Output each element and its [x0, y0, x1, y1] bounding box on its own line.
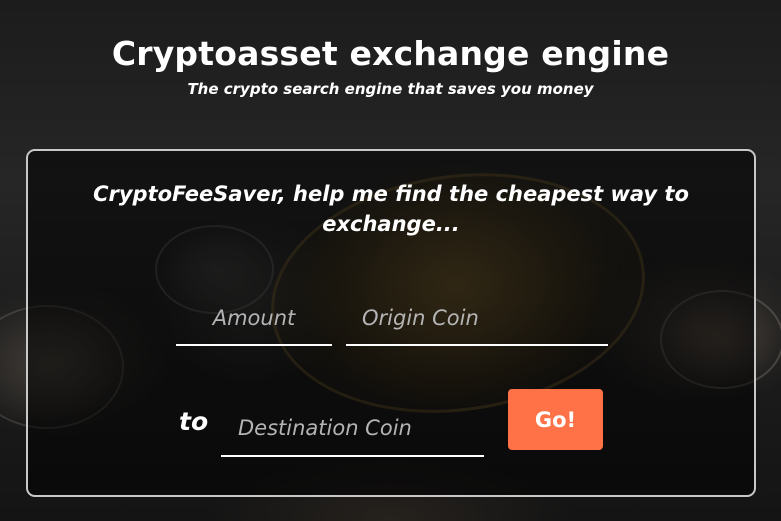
page-header: Cryptoasset exchange engine The crypto s…	[0, 0, 781, 100]
to-label: to	[179, 407, 209, 436]
exchange-search-form: CryptoFeeSaver, help me find the cheapes…	[26, 149, 756, 497]
origin-coin-input[interactable]	[346, 291, 608, 346]
go-button[interactable]: Go!	[508, 389, 603, 450]
search-prompt: CryptoFeeSaver, help me find the cheapes…	[93, 182, 689, 236]
page-title: Cryptoasset exchange engine	[111, 34, 670, 73]
page-subtitle: The crypto search engine that saves you …	[187, 80, 594, 98]
destination-coin-input[interactable]	[221, 401, 484, 457]
amount-input[interactable]	[176, 291, 332, 346]
